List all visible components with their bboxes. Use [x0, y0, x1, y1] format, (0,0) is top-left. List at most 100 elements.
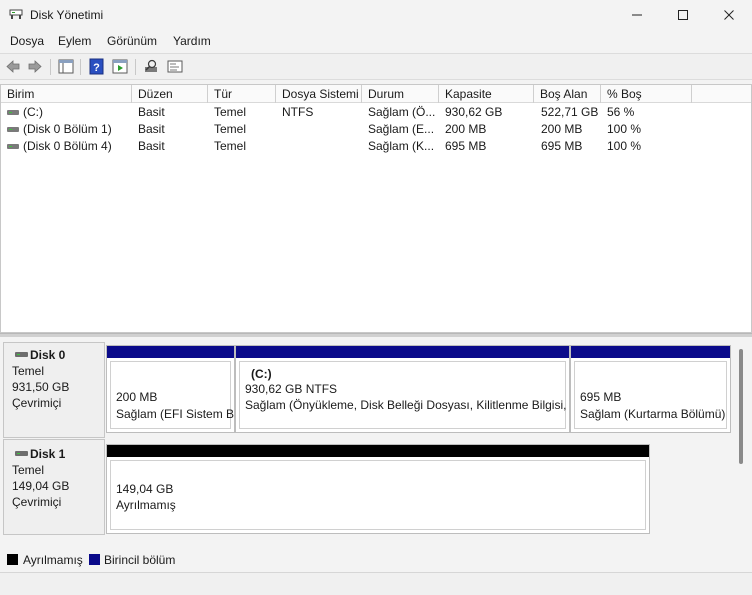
disk-type: Temel [12, 463, 45, 477]
partition-title: (C:) [251, 367, 272, 381]
close-icon [724, 10, 734, 20]
cell-status: Sağlam (E... [368, 122, 435, 136]
partition-size: 149,04 GB [116, 482, 174, 496]
volume-icon [7, 127, 19, 132]
toolbar-separator [50, 59, 51, 75]
disk-icon [15, 451, 28, 456]
legend: Ayrılmamış Birincil bölüm [0, 548, 752, 570]
disk-name: Disk 0 [30, 348, 66, 362]
disk-graphical-view: Disk 0 Temel 931,50 GB Çevrimiçi 200 MB … [0, 337, 752, 544]
cell-free-space: 522,71 GB [541, 105, 599, 119]
properties-icon[interactable] [166, 58, 184, 75]
cell-percent-free: 100 % [607, 122, 642, 136]
status-bar [0, 572, 752, 595]
volume-icon [7, 144, 19, 149]
help-icon[interactable]: ? [88, 58, 106, 75]
cell-capacity: 930,62 GB [445, 105, 503, 119]
disk-size: 931,50 GB [12, 380, 70, 394]
vertical-scrollbar[interactable] [739, 349, 743, 464]
column-header-type[interactable]: Tür [208, 85, 276, 103]
disk-0-label[interactable]: Disk 0 Temel 931,50 GB Çevrimiçi [3, 342, 105, 438]
disk-size: 149,04 GB [12, 479, 70, 493]
minimize-icon [632, 14, 642, 16]
menu-view[interactable]: Görünüm [107, 34, 157, 48]
menu-bar: Dosya Eylem Görünüm Yardım [0, 30, 752, 52]
column-header-status[interactable]: Durum [362, 85, 439, 103]
disk-name: Disk 1 [30, 447, 66, 461]
legend-swatch-primary [89, 554, 100, 565]
table-row[interactable]: (C:) Basit Temel NTFS Sağlam (Ö... 930,6… [1, 104, 751, 121]
partition-status: Ayrılmamış [116, 498, 176, 512]
legend-label-unallocated: Ayrılmamış [23, 553, 83, 567]
disk-type: Temel [12, 364, 45, 378]
cell-type: Temel [214, 122, 247, 136]
partition-content: 695 MB Sağlam (Kurtarma Bölümü) [574, 361, 727, 429]
cell-volume: (C:) [23, 105, 43, 119]
partition-status: Sağlam (EFI Sistem Bö [116, 407, 235, 421]
volume-list: Birim Düzen Tür Dosya Sistemi Durum Kapa… [0, 84, 752, 333]
table-row[interactable]: (Disk 0 Bölüm 4) Basit Temel Sağlam (K..… [1, 138, 751, 155]
cell-volume: (Disk 0 Bölüm 1) [23, 122, 112, 136]
column-header-volume[interactable]: Birim [1, 85, 132, 103]
maximize-button[interactable] [660, 0, 706, 30]
column-header-free-space[interactable]: Boş Alan [534, 85, 601, 103]
partition-content: (C:) 930,62 GB NTFS Sağlam (Önyükleme, D… [239, 361, 569, 429]
rescan-disks-icon[interactable] [142, 58, 160, 75]
cell-capacity: 200 MB [445, 122, 487, 136]
partition-status: Sağlam (Kurtarma Bölümü) [580, 407, 726, 421]
cell-type: Temel [214, 105, 247, 119]
forward-arrow-icon[interactable] [26, 58, 44, 75]
maximize-icon [678, 10, 688, 20]
console-tree-icon[interactable] [57, 58, 75, 75]
disk-icon [15, 352, 28, 357]
partition-efi[interactable]: 200 MB Sağlam (EFI Sistem Bö [106, 345, 235, 433]
show-hide-action-pane-icon[interactable] [111, 58, 129, 75]
menu-help[interactable]: Yardım [173, 34, 211, 48]
column-header-capacity[interactable]: Kapasite [439, 85, 534, 103]
legend-swatch-unallocated [7, 554, 18, 565]
toolbar-separator [135, 59, 136, 75]
cell-percent-free: 100 % [607, 139, 642, 153]
cell-free-space: 200 MB [541, 122, 583, 136]
cell-file-system: NTFS [282, 105, 314, 119]
partition-c[interactable]: (C:) 930,62 GB NTFS Sağlam (Önyükleme, D… [235, 345, 570, 433]
unallocated-bar [107, 445, 649, 457]
partition-status: Sağlam (Önyükleme, Disk Belleği Dosyası,… [245, 398, 570, 412]
partition-unallocated[interactable]: 149,04 GB Ayrılmamış [106, 444, 650, 534]
cell-layout: Basit [138, 105, 165, 119]
menu-file[interactable]: Dosya [10, 34, 44, 48]
primary-partition-bar [107, 346, 234, 358]
minimize-button[interactable] [614, 0, 660, 30]
menu-action[interactable]: Eylem [58, 34, 91, 48]
partition-recovery[interactable]: 695 MB Sağlam (Kurtarma Bölümü) [570, 345, 731, 433]
partition-size: 695 MB [580, 390, 622, 404]
partition-content: 149,04 GB Ayrılmamış [110, 460, 646, 530]
column-header-file-system[interactable]: Dosya Sistemi [276, 85, 362, 103]
disk-1-label[interactable]: Disk 1 Temel 149,04 GB Çevrimiçi [3, 439, 105, 535]
volume-icon [7, 110, 19, 115]
column-header-row: Birim Düzen Tür Dosya Sistemi Durum Kapa… [1, 85, 751, 103]
cell-capacity: 695 MB [445, 139, 487, 153]
partition-size: 930,62 GB NTFS [245, 382, 338, 396]
cell-type: Temel [214, 139, 247, 153]
cell-layout: Basit [138, 139, 165, 153]
svg-text:?: ? [93, 62, 100, 74]
cell-volume: (Disk 0 Bölüm 4) [23, 139, 112, 153]
disk-status: Çevrimiçi [12, 495, 62, 509]
column-header-layout[interactable]: Düzen [132, 85, 208, 103]
legend-label-primary: Birincil bölüm [104, 553, 176, 567]
back-arrow-icon[interactable] [4, 58, 22, 75]
cell-percent-free: 56 % [607, 105, 635, 119]
cell-layout: Basit [138, 122, 165, 136]
table-row[interactable]: (Disk 0 Bölüm 1) Basit Temel Sağlam (E..… [1, 121, 751, 138]
close-button[interactable] [706, 0, 752, 30]
window-title: Disk Yönetimi [30, 8, 104, 22]
cell-status: Sağlam (Ö... [368, 105, 436, 119]
cell-free-space: 695 MB [541, 139, 583, 153]
primary-partition-bar [236, 346, 569, 358]
title-bar: Disk Yönetimi [0, 0, 752, 30]
column-header-percent-free[interactable]: % Boş [601, 85, 692, 103]
toolbar-separator [80, 59, 81, 75]
disk-status: Çevrimiçi [12, 396, 62, 410]
partition-content: 200 MB Sağlam (EFI Sistem Bö [110, 361, 234, 429]
